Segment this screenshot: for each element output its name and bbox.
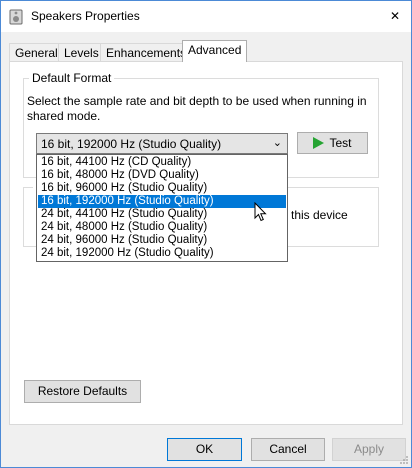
resize-grip-icon[interactable] xyxy=(399,455,409,465)
ok-button[interactable]: OK xyxy=(167,438,242,461)
speakers-properties-window: Speakers Properties ✕ General Levels Enh… xyxy=(0,0,412,468)
dropdown-option[interactable]: 24 bit, 48000 Hz (Studio Quality) xyxy=(38,221,286,234)
title-bar[interactable]: Speakers Properties ✕ xyxy=(1,1,411,32)
test-button-label: Test xyxy=(329,136,352,150)
apply-button[interactable]: Apply xyxy=(332,438,406,461)
dropdown-option[interactable]: 24 bit, 96000 Hz (Studio Quality) xyxy=(38,234,286,247)
test-button[interactable]: Test xyxy=(297,132,368,154)
sample-rate-select[interactable]: 16 bit, 192000 Hz (Studio Quality) ⌄ xyxy=(36,133,288,154)
tab-general[interactable]: General xyxy=(9,43,64,62)
dropdown-option[interactable]: 24 bit, 192000 Hz (Studio Quality) xyxy=(38,247,286,260)
restore-defaults-button[interactable]: Restore Defaults xyxy=(24,380,141,403)
window-title: Speakers Properties xyxy=(31,9,140,23)
sample-rate-dropdown-list[interactable]: 16 bit, 44100 Hz (CD Quality) 16 bit, 48… xyxy=(36,154,288,262)
chevron-down-icon: ⌄ xyxy=(272,137,282,149)
dropdown-option[interactable]: 16 bit, 96000 Hz (Studio Quality) xyxy=(38,182,286,195)
exclusive-mode-text-partial: this device xyxy=(291,208,348,222)
default-format-description: Select the sample rate and bit depth to … xyxy=(27,94,367,123)
mouse-pointer-icon xyxy=(254,202,267,222)
tab-levels[interactable]: Levels xyxy=(58,43,105,62)
close-icon: ✕ xyxy=(389,9,401,23)
close-button[interactable]: ✕ xyxy=(379,1,411,31)
dropdown-option[interactable]: 16 bit, 48000 Hz (DVD Quality) xyxy=(38,169,286,182)
cancel-button[interactable]: Cancel xyxy=(251,438,325,461)
sample-rate-selected-value: 16 bit, 192000 Hz (Studio Quality) xyxy=(41,137,222,151)
play-icon xyxy=(313,137,325,149)
default-format-label: Default Format xyxy=(29,71,115,85)
dropdown-option[interactable]: 24 bit, 44100 Hz (Studio Quality) xyxy=(38,208,286,221)
dropdown-option[interactable]: 16 bit, 44100 Hz (CD Quality) xyxy=(38,156,286,169)
tab-advanced[interactable]: Advanced xyxy=(182,40,248,62)
dropdown-option-highlighted[interactable]: 16 bit, 192000 Hz (Studio Quality) xyxy=(38,195,286,208)
tab-enhancements[interactable]: Enhancements xyxy=(100,43,193,62)
speaker-icon xyxy=(9,9,23,25)
